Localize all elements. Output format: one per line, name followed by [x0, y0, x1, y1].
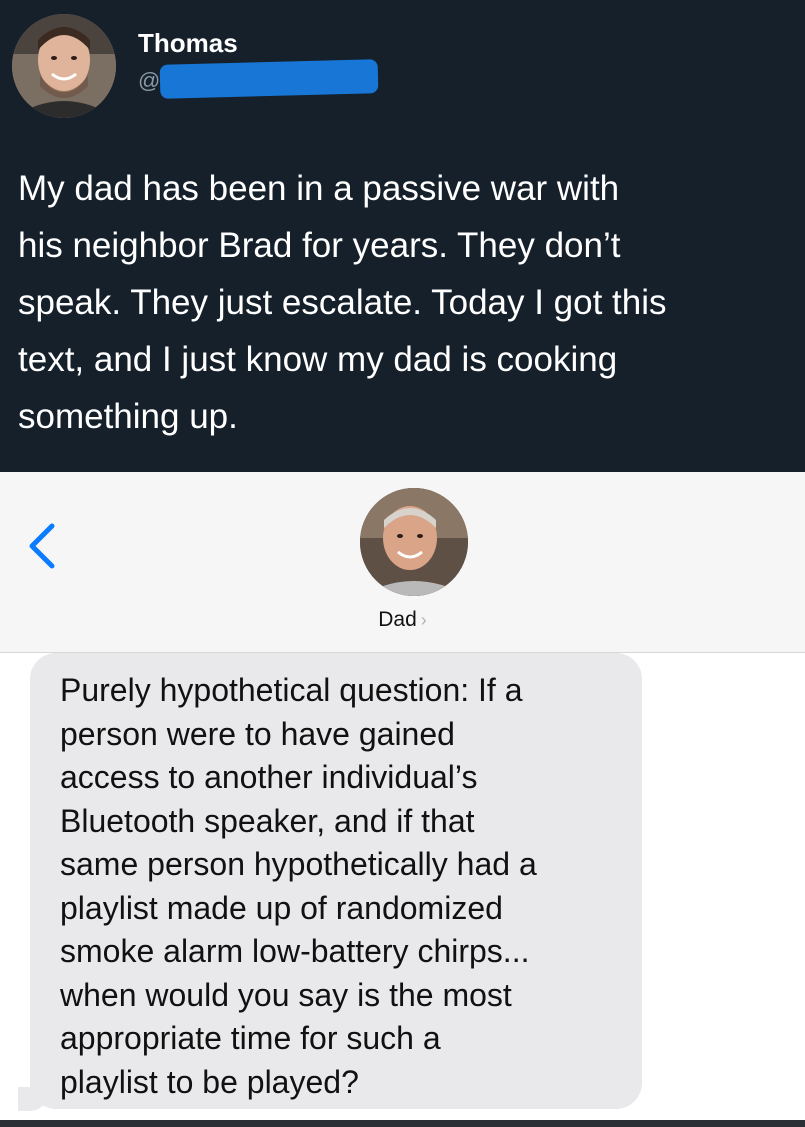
contact-name: Dad	[378, 608, 417, 631]
back-button[interactable]	[22, 520, 62, 572]
author-avatar[interactable]	[12, 14, 116, 118]
message-text: Purely hypothetical question: If a perso…	[60, 672, 537, 1100]
messages-header: Dad ›	[0, 472, 805, 653]
message-bubble-incoming[interactable]: Purely hypothetical question: If a perso…	[30, 653, 642, 1109]
contact-avatar[interactable]	[360, 488, 468, 596]
chevron-left-icon	[29, 523, 55, 569]
tweet-text: My dad has been in a passive war with hi…	[18, 169, 667, 436]
author-name[interactable]: Thomas	[138, 28, 238, 59]
author-handle[interactable]: @	[138, 68, 160, 94]
chevron-right-icon: ›	[420, 610, 427, 630]
bottom-edge	[0, 1120, 805, 1127]
contact-name-row[interactable]: Dad ›	[0, 608, 805, 632]
handle-redaction-mark	[159, 59, 379, 99]
conversation-view: Purely hypothetical question: If a perso…	[0, 653, 805, 1123]
tweet-card: Thomas @ My dad has been in a passive wa…	[0, 0, 805, 472]
